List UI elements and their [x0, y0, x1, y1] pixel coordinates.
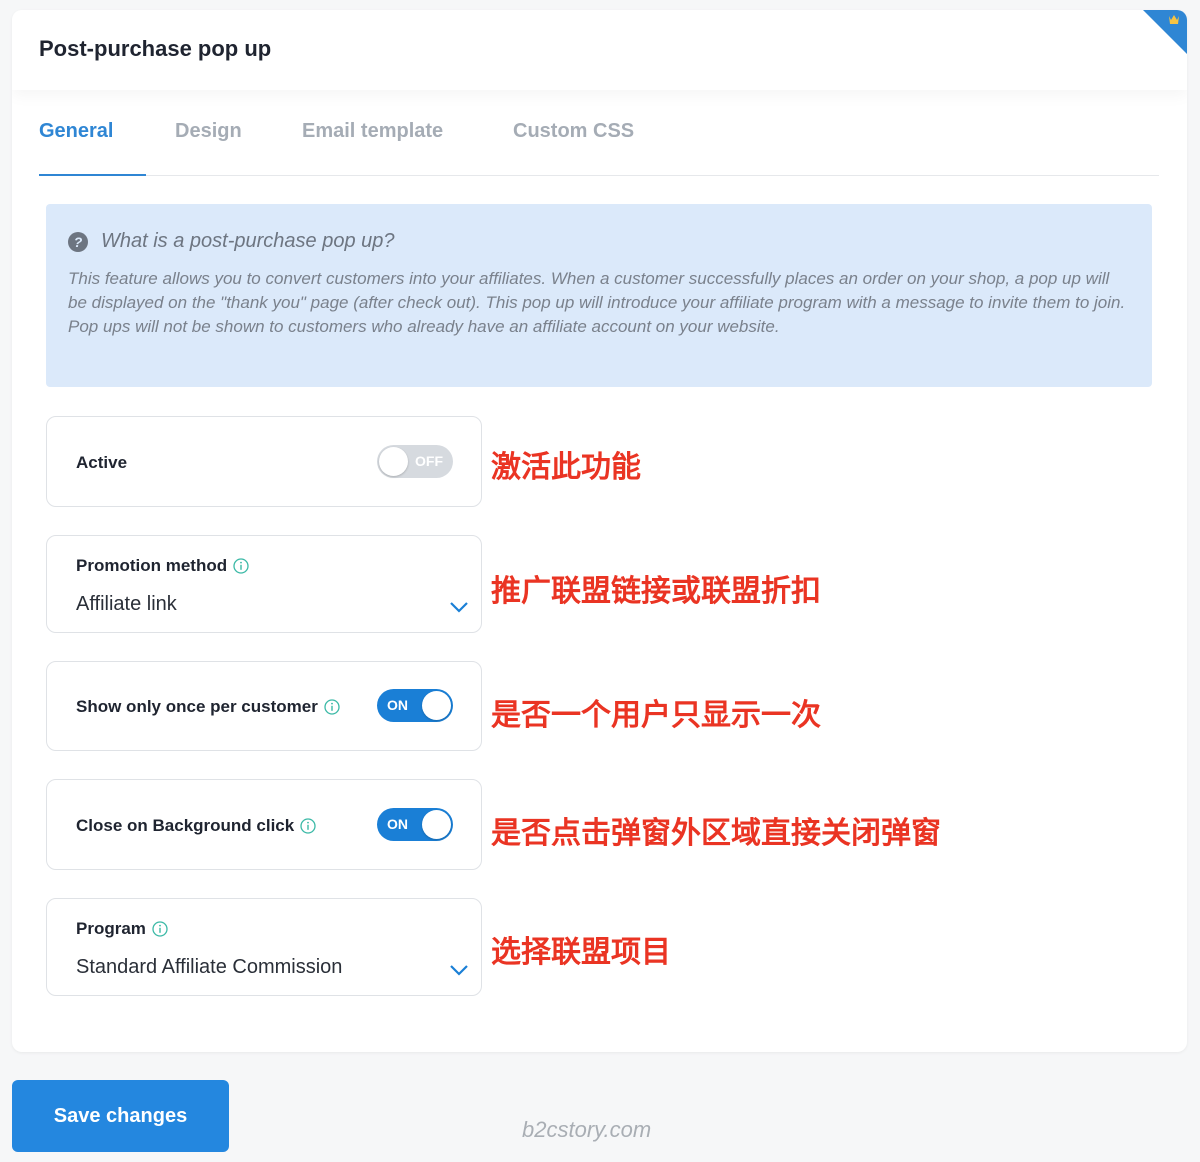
annotation-active: 激活此功能 [491, 450, 641, 485]
page-title: Post-purchase pop up [39, 36, 272, 61]
save-changes-button[interactable]: Save changes [12, 1080, 229, 1152]
toggle-knob [422, 691, 451, 720]
show-once-label: Show only once per customer [76, 697, 340, 717]
annotation-close-background: 是否点击弹窗外区域直接关闭弹窗 [491, 816, 941, 851]
close-background-label: Close on Background click [76, 816, 316, 836]
tab-general[interactable]: General [39, 120, 113, 143]
close-background-toggle-state: ON [387, 816, 408, 832]
close-background-field: Close on Background click ON [46, 779, 482, 870]
toggle-knob [422, 810, 451, 839]
promotion-method-field: Promotion method Affiliate link [46, 535, 482, 633]
question-circle-icon: ? [68, 231, 88, 252]
active-field: Active OFF [46, 416, 482, 507]
show-once-label-text: Show only once per customer [76, 697, 318, 716]
watermark: b2cstory.com [522, 1117, 652, 1142]
active-label-text: Active [76, 453, 128, 472]
svg-text:?: ? [74, 234, 83, 250]
annotation-program: 选择联盟项目 [491, 935, 671, 970]
active-toggle-state: OFF [415, 453, 443, 469]
show-once-field: Show only once per customer ON [46, 661, 482, 751]
tab-bar: General Design Email template Custom CSS [39, 110, 1159, 176]
active-tab-indicator [39, 174, 146, 176]
promotion-method-label-text: Promotion method [76, 556, 228, 575]
promotion-method-label: Promotion method [76, 556, 249, 576]
program-label-text: Program [76, 919, 146, 938]
close-background-label-text: Close on Background click [76, 816, 295, 835]
card-header: Post-purchase pop up [12, 10, 1187, 90]
info-box: ? What is a post-purchase pop up? This f… [46, 204, 1152, 387]
info-circle-icon[interactable] [233, 558, 249, 574]
show-once-toggle[interactable]: ON [377, 689, 453, 722]
tab-custom-css[interactable]: Custom CSS [513, 120, 634, 143]
tab-design[interactable]: Design [175, 120, 242, 143]
info-circle-icon[interactable] [152, 921, 168, 937]
annotation-show-once: 是否一个用户只显示一次 [491, 698, 821, 733]
tab-email-template[interactable]: Email template [302, 120, 443, 143]
active-toggle[interactable]: OFF [377, 445, 453, 478]
program-field: Program Standard Affiliate Commission [46, 898, 482, 996]
program-select[interactable]: Standard Affiliate Commission [76, 956, 342, 979]
info-header: ? What is a post-purchase pop up? [68, 230, 1130, 253]
info-circle-icon[interactable] [300, 818, 316, 834]
info-circle-icon[interactable] [324, 699, 340, 715]
settings-card: Post-purchase pop up General Design Emai… [12, 10, 1187, 1052]
info-title: What is a post-purchase pop up? [101, 230, 395, 252]
toggle-knob [379, 447, 408, 476]
chevron-down-icon[interactable] [449, 964, 469, 976]
show-once-toggle-state: ON [387, 697, 408, 713]
annotation-promotion-method: 推广联盟链接或联盟折扣 [491, 574, 821, 609]
promotion-method-select[interactable]: Affiliate link [76, 593, 177, 616]
chevron-down-icon[interactable] [449, 601, 469, 613]
close-background-toggle[interactable]: ON [377, 808, 453, 841]
program-label: Program [76, 919, 168, 939]
info-description: This feature allows you to convert custo… [68, 269, 1126, 336]
crown-icon [1143, 10, 1187, 54]
active-label: Active [76, 453, 127, 473]
